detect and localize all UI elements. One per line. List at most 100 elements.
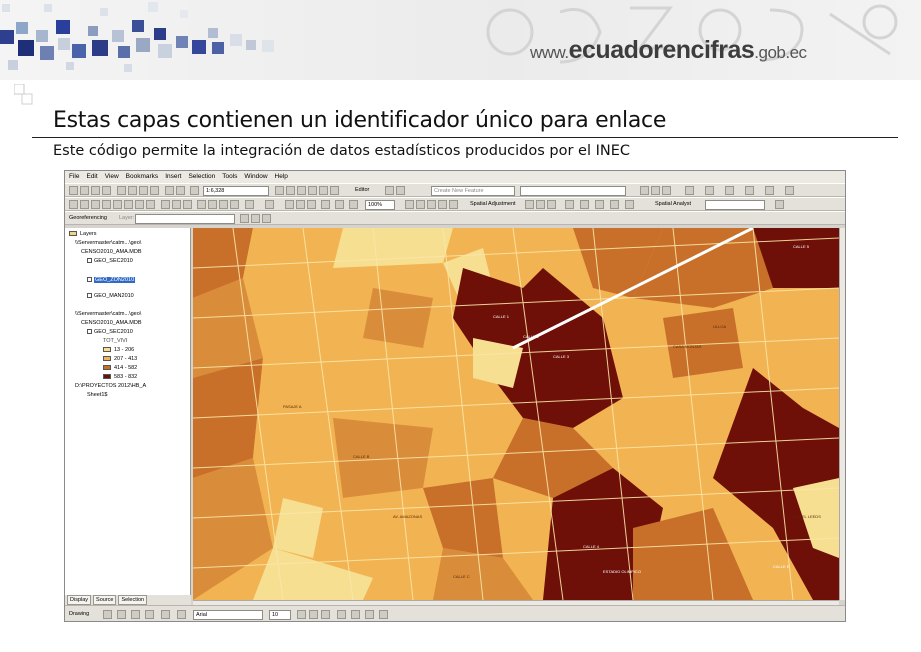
- add-data-icon[interactable]: [190, 186, 199, 195]
- editor-toolbar-icon[interactable]: [275, 186, 284, 195]
- menu-view[interactable]: View: [105, 171, 119, 183]
- measure-icon[interactable]: [219, 200, 228, 209]
- layer-checkbox[interactable]: [87, 293, 92, 299]
- redo-icon[interactable]: [176, 186, 185, 195]
- toc-item-selected[interactable]: GEO_ZON2010: [87, 276, 136, 284]
- histogram-icon[interactable]: [775, 200, 784, 209]
- target-layer-combo[interactable]: [520, 186, 626, 196]
- forward-extent-icon[interactable]: [146, 200, 155, 209]
- select-elements-icon[interactable]: [183, 200, 192, 209]
- layout-tool-icon-d[interactable]: [321, 200, 330, 209]
- find-icon[interactable]: [208, 200, 217, 209]
- fixed-zoom-out-icon[interactable]: [124, 200, 133, 209]
- tool-icon-f[interactable]: [725, 186, 734, 195]
- toc-item[interactable]: Sheet1$: [87, 391, 108, 399]
- layout-tool-icon-c[interactable]: [307, 200, 316, 209]
- spatial-analyst-menu[interactable]: Spatial Analyst: [655, 201, 691, 207]
- layout-tool-icon-e[interactable]: [335, 200, 344, 209]
- search-window-icon[interactable]: [308, 186, 317, 195]
- layout-tool-icon-g[interactable]: [405, 200, 414, 209]
- toc-window-icon[interactable]: [286, 186, 295, 195]
- full-extent-icon[interactable]: [102, 200, 111, 209]
- georef-tool-icon-b[interactable]: [251, 214, 260, 223]
- print-icon[interactable]: [102, 186, 111, 195]
- rectangle-icon[interactable]: [145, 610, 154, 619]
- adjust-tool-icon-c[interactable]: [547, 200, 556, 209]
- undo-icon[interactable]: [165, 186, 174, 195]
- adjust-tool-icon-b[interactable]: [536, 200, 545, 209]
- tool-icon-g[interactable]: [745, 186, 754, 195]
- tool-icon-h[interactable]: [765, 186, 774, 195]
- layout-tool-icon-f[interactable]: [349, 200, 358, 209]
- adjust-tool-icon-f[interactable]: [595, 200, 604, 209]
- bold-icon[interactable]: [297, 610, 306, 619]
- toc-item[interactable]: GEO_MAN2010: [87, 292, 134, 300]
- drawing-menu[interactable]: Drawing: [69, 611, 89, 617]
- adjust-tool-icon-g[interactable]: [610, 200, 619, 209]
- edit-tool-icon[interactable]: [385, 186, 394, 195]
- map-view[interactable]: CALLE 1 CALLE 2 CALLE 3 CALLE 4 CALLE 5 …: [193, 228, 839, 600]
- time-slider-icon[interactable]: [265, 200, 274, 209]
- layer-checkbox[interactable]: [87, 277, 92, 283]
- back-extent-icon[interactable]: [135, 200, 144, 209]
- layer-checkbox[interactable]: [87, 329, 92, 335]
- fixed-zoom-in-icon[interactable]: [113, 200, 122, 209]
- tool-icon-i[interactable]: [785, 186, 794, 195]
- menu-selection[interactable]: Selection: [188, 171, 215, 183]
- text-icon[interactable]: [161, 610, 170, 619]
- sketch-tool-icon[interactable]: [396, 186, 405, 195]
- toc-item[interactable]: D:\PROYECTOS 2012\HB_A: [75, 382, 146, 390]
- layout-tool-icon-a[interactable]: [285, 200, 294, 209]
- underline-icon[interactable]: [321, 610, 330, 619]
- toc-item[interactable]: CENSO2010_AMA.MDB: [81, 248, 142, 256]
- tab-source[interactable]: Source: [93, 595, 117, 605]
- italic-icon[interactable]: [309, 610, 318, 619]
- save-icon[interactable]: [91, 186, 100, 195]
- pan-icon[interactable]: [91, 200, 100, 209]
- select-features-icon[interactable]: [161, 200, 170, 209]
- georeferencing-menu[interactable]: Georeferencing: [69, 215, 107, 221]
- clear-selection-icon[interactable]: [172, 200, 181, 209]
- spatial-adjustment-menu[interactable]: Spatial Adjustment: [470, 201, 516, 207]
- adjust-tool-icon-a[interactable]: [525, 200, 534, 209]
- tab-display[interactable]: Display: [67, 595, 92, 605]
- analyst-layer-combo[interactable]: [705, 200, 765, 210]
- toc-root[interactable]: Layers: [69, 230, 97, 238]
- copy-icon[interactable]: [128, 186, 137, 195]
- map-scale-combo[interactable]: 1:6,328: [203, 186, 269, 196]
- layout-tool-icon-b[interactable]: [296, 200, 305, 209]
- georef-tool-icon-a[interactable]: [240, 214, 249, 223]
- adjust-tool-icon-e[interactable]: [580, 200, 589, 209]
- adjust-tool-icon-h[interactable]: [625, 200, 634, 209]
- font-combo[interactable]: Arial: [193, 610, 263, 620]
- tab-selection[interactable]: Selection: [118, 595, 148, 605]
- layout-tool-icon-j[interactable]: [438, 200, 447, 209]
- identify-icon[interactable]: [197, 200, 206, 209]
- new-document-icon[interactable]: [69, 186, 78, 195]
- create-feature-combo[interactable]: Create New Feature: [431, 186, 515, 196]
- fill-color-icon[interactable]: [351, 610, 360, 619]
- delete-icon[interactable]: [150, 186, 159, 195]
- map-vertical-scrollbar[interactable]: [839, 228, 845, 600]
- arctoolbox-icon[interactable]: [319, 186, 328, 195]
- toc-item[interactable]: GEO_SEC2010: [87, 328, 133, 336]
- toc-item[interactable]: \\Servermaster\catm...\geo\: [75, 239, 141, 247]
- menu-tools[interactable]: Tools: [222, 171, 237, 183]
- georef-tool-icon-c[interactable]: [262, 214, 271, 223]
- zoom-percent-combo[interactable]: 100%: [365, 200, 395, 210]
- toc-item[interactable]: \\Servermaster\catm...\geo\: [75, 310, 141, 318]
- select-pointer-icon[interactable]: [103, 610, 112, 619]
- python-window-icon[interactable]: [330, 186, 339, 195]
- editor-menu[interactable]: Editor: [355, 187, 369, 193]
- cut-icon[interactable]: [117, 186, 126, 195]
- tool-icon-d[interactable]: [685, 186, 694, 195]
- toc-item[interactable]: GEO_SEC2010: [87, 257, 133, 265]
- tool-icon-a[interactable]: [640, 186, 649, 195]
- html-popup-icon[interactable]: [245, 200, 254, 209]
- layout-tool-icon-i[interactable]: [427, 200, 436, 209]
- font-color-icon[interactable]: [337, 610, 346, 619]
- toc-item[interactable]: CENSO2010_AMA.MDB: [81, 319, 142, 327]
- zoom-in-icon[interactable]: [69, 200, 78, 209]
- menu-edit[interactable]: Edit: [86, 171, 97, 183]
- tool-icon-c[interactable]: [662, 186, 671, 195]
